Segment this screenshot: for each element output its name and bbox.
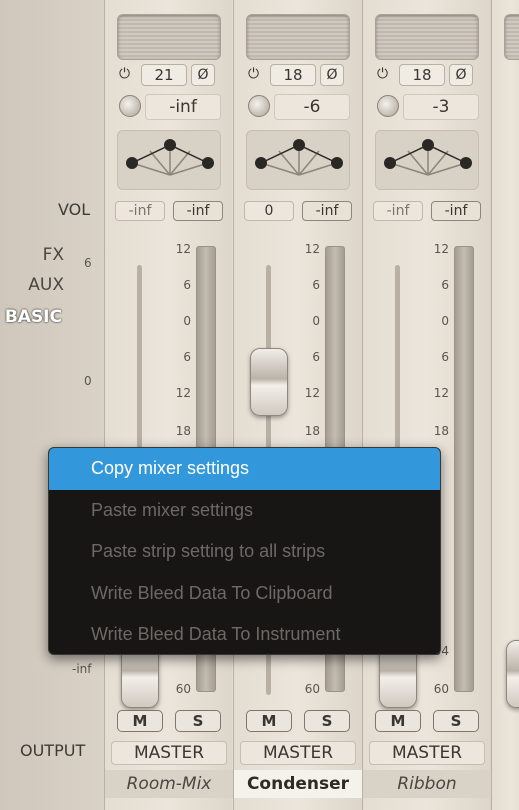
meter-tick: 12 xyxy=(433,242,449,256)
pan-control[interactable] xyxy=(246,130,350,190)
vol-value-b[interactable]: -inf xyxy=(302,201,352,221)
vol-value-a[interactable]: 0 xyxy=(244,201,294,221)
tab-basic[interactable]: BASIC xyxy=(5,307,62,327)
strip-name[interactable]: Condenser xyxy=(234,770,362,798)
level-meter xyxy=(454,246,474,692)
left-scale-inf: -inf xyxy=(72,662,92,676)
vol-row-label: VOL xyxy=(58,200,91,219)
vol-value-a[interactable]: -inf xyxy=(373,201,423,221)
meter-tick: 0 xyxy=(441,314,449,328)
phase-button[interactable]: Ø xyxy=(320,64,344,86)
strip-display xyxy=(375,14,479,60)
meter-tick: 60 xyxy=(175,682,191,696)
solo-button[interactable]: S xyxy=(304,710,350,732)
meter-tick: 12 xyxy=(433,386,449,400)
meter-tick: 12 xyxy=(175,386,191,400)
output-select[interactable]: MASTER xyxy=(111,741,227,765)
strip-display xyxy=(504,14,519,60)
left-scale-0: 0 xyxy=(84,374,92,388)
meter-tick: 0 xyxy=(312,314,320,328)
meter-tick: 6 xyxy=(312,350,320,364)
channel-strip-ribbon: ⏻ 18 Ø -3 -inf -inf 12 6 0 6 12 18 54 60… xyxy=(362,0,491,810)
send-knob[interactable] xyxy=(119,95,141,117)
pan-fan-icon xyxy=(255,139,343,176)
mute-button[interactable]: M xyxy=(117,710,163,732)
channel-number[interactable]: 18 xyxy=(270,64,316,86)
knob-value: -3 xyxy=(403,94,479,120)
solo-button[interactable]: S xyxy=(175,710,221,732)
send-knob[interactable] xyxy=(248,95,270,117)
fader-handle[interactable] xyxy=(506,640,519,708)
solo-button[interactable]: S xyxy=(433,710,479,732)
phase-button[interactable]: Ø xyxy=(191,64,215,86)
meter-tick: 12 xyxy=(175,242,191,256)
knob-value: -6 xyxy=(274,94,350,120)
channel-number[interactable]: 21 xyxy=(141,64,187,86)
context-menu: Copy mixer settings Paste mixer settings… xyxy=(48,447,441,655)
menu-item-write-bleed-instrument[interactable]: Write Bleed Data To Instrument xyxy=(49,614,440,654)
pan-fan-icon xyxy=(384,139,472,176)
mute-button[interactable]: M xyxy=(375,710,421,732)
menu-item-paste-strip-to-all[interactable]: Paste strip setting to all strips xyxy=(49,531,440,573)
channel-strip-room-mix: ⏻ 21 Ø -inf -inf -inf 12 6 0 6 12 18 54 … xyxy=(104,0,233,810)
strip-display xyxy=(117,14,221,60)
menu-item-copy-mixer-settings[interactable]: Copy mixer settings xyxy=(49,448,440,490)
left-scale-6: 6 xyxy=(84,256,92,270)
knob-value: -inf xyxy=(145,94,221,120)
pan-fan-icon xyxy=(126,139,214,176)
meter-tick: 6 xyxy=(441,350,449,364)
tab-aux[interactable]: AUX xyxy=(28,275,64,295)
output-select[interactable]: MASTER xyxy=(240,741,356,765)
send-knob[interactable] xyxy=(377,95,399,117)
power-icon[interactable]: ⏻ xyxy=(119,66,130,82)
meter-tick: 0 xyxy=(183,314,191,328)
left-label-column: VOL FX AUX BASIC OUTPUT 6 0 -inf xyxy=(0,0,104,810)
fader-handle[interactable] xyxy=(250,348,288,416)
meter-tick: 6 xyxy=(183,350,191,364)
strip-name[interactable]: Room-Mix xyxy=(105,770,233,798)
meter-tick: 6 xyxy=(183,278,191,292)
meter-tick: 12 xyxy=(304,386,320,400)
mute-button[interactable]: M xyxy=(246,710,292,732)
meter-tick: 18 xyxy=(304,424,320,438)
vol-value-b[interactable]: -inf xyxy=(431,201,481,221)
menu-item-paste-mixer-settings[interactable]: Paste mixer settings xyxy=(49,490,440,532)
meter-tick: 60 xyxy=(304,682,320,696)
meter-tick: 12 xyxy=(304,242,320,256)
output-select[interactable]: MASTER xyxy=(369,741,485,765)
meter-tick: 60 xyxy=(433,682,449,696)
strip-display xyxy=(246,14,350,60)
vol-value-b[interactable]: -inf xyxy=(173,201,223,221)
pan-control[interactable] xyxy=(375,130,479,190)
meter-tick: 6 xyxy=(312,278,320,292)
strip-name[interactable]: Ribbon xyxy=(363,770,491,798)
pan-control[interactable] xyxy=(117,130,221,190)
meter-tick: 6 xyxy=(441,278,449,292)
meter-tick: 18 xyxy=(433,424,449,438)
meter-tick: 18 xyxy=(175,424,191,438)
power-icon[interactable]: ⏻ xyxy=(377,66,388,82)
menu-item-write-bleed-clipboard[interactable]: Write Bleed Data To Clipboard xyxy=(49,573,440,615)
channel-strip-condenser: ⏻ 18 Ø -6 0 -inf 12 6 0 6 12 18 54 60 M … xyxy=(233,0,362,810)
vol-value-a[interactable]: -inf xyxy=(115,201,165,221)
channel-strip-partial xyxy=(491,0,519,810)
tab-fx[interactable]: FX xyxy=(43,245,64,265)
phase-button[interactable]: Ø xyxy=(449,64,473,86)
output-row-label: OUTPUT xyxy=(20,741,86,760)
power-icon[interactable]: ⏻ xyxy=(248,66,259,82)
channel-number[interactable]: 18 xyxy=(399,64,445,86)
